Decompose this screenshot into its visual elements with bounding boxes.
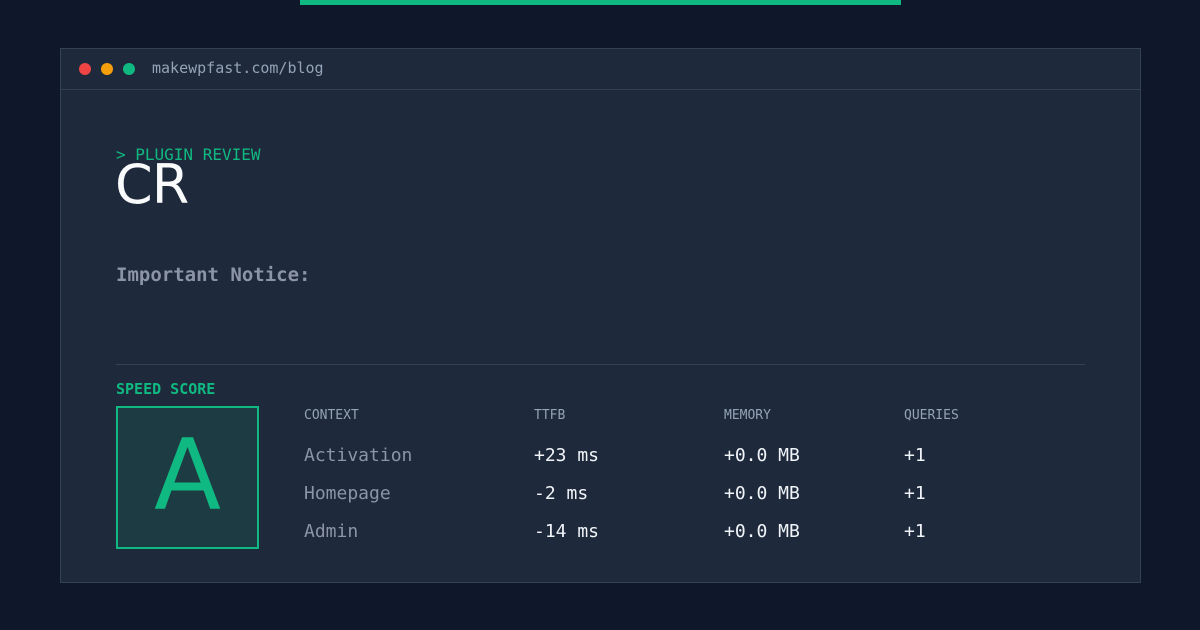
minimize-window-dot[interactable] — [101, 63, 113, 75]
header-queries: QUERIES — [904, 408, 959, 423]
top-accent-bar — [300, 0, 901, 5]
window-titlebar: makewpfast.com/blog — [61, 49, 1140, 90]
section-divider — [116, 364, 1085, 365]
header-memory: MEMORY — [724, 408, 771, 423]
speed-score-label: SPEED SCORE — [116, 380, 216, 398]
row-activation-memory: +0.0 MB — [724, 445, 800, 466]
row-admin-context: Admin — [304, 521, 359, 542]
header-ttfb: TTFB — [534, 408, 566, 423]
row-homepage-memory: +0.0 MB — [724, 483, 800, 504]
row-homepage-ttfb: -2 ms — [534, 483, 589, 504]
maximize-window-dot[interactable] — [123, 63, 135, 75]
notice-text: Important Notice: — [116, 264, 311, 286]
grade-box: A — [116, 406, 259, 549]
row-homepage-queries: +1 — [904, 483, 926, 504]
row-admin-queries: +1 — [904, 521, 926, 542]
speed-grade: A — [153, 419, 222, 533]
close-window-dot[interactable] — [79, 63, 91, 75]
row-activation-queries: +1 — [904, 445, 926, 466]
row-admin-memory: +0.0 MB — [724, 521, 800, 542]
row-homepage-context: Homepage — [304, 483, 391, 504]
row-activation-context: Activation — [304, 445, 413, 466]
url-text: makewpfast.com/blog — [152, 59, 324, 77]
post-title: CR — [115, 153, 189, 216]
header-context: CONTEXT — [304, 408, 359, 423]
row-admin-ttfb: -14 ms — [534, 521, 600, 542]
browser-window: makewpfast.com/blog > PLUGIN REVIEW CR I… — [60, 48, 1141, 583]
row-activation-ttfb: +23 ms — [534, 445, 600, 466]
